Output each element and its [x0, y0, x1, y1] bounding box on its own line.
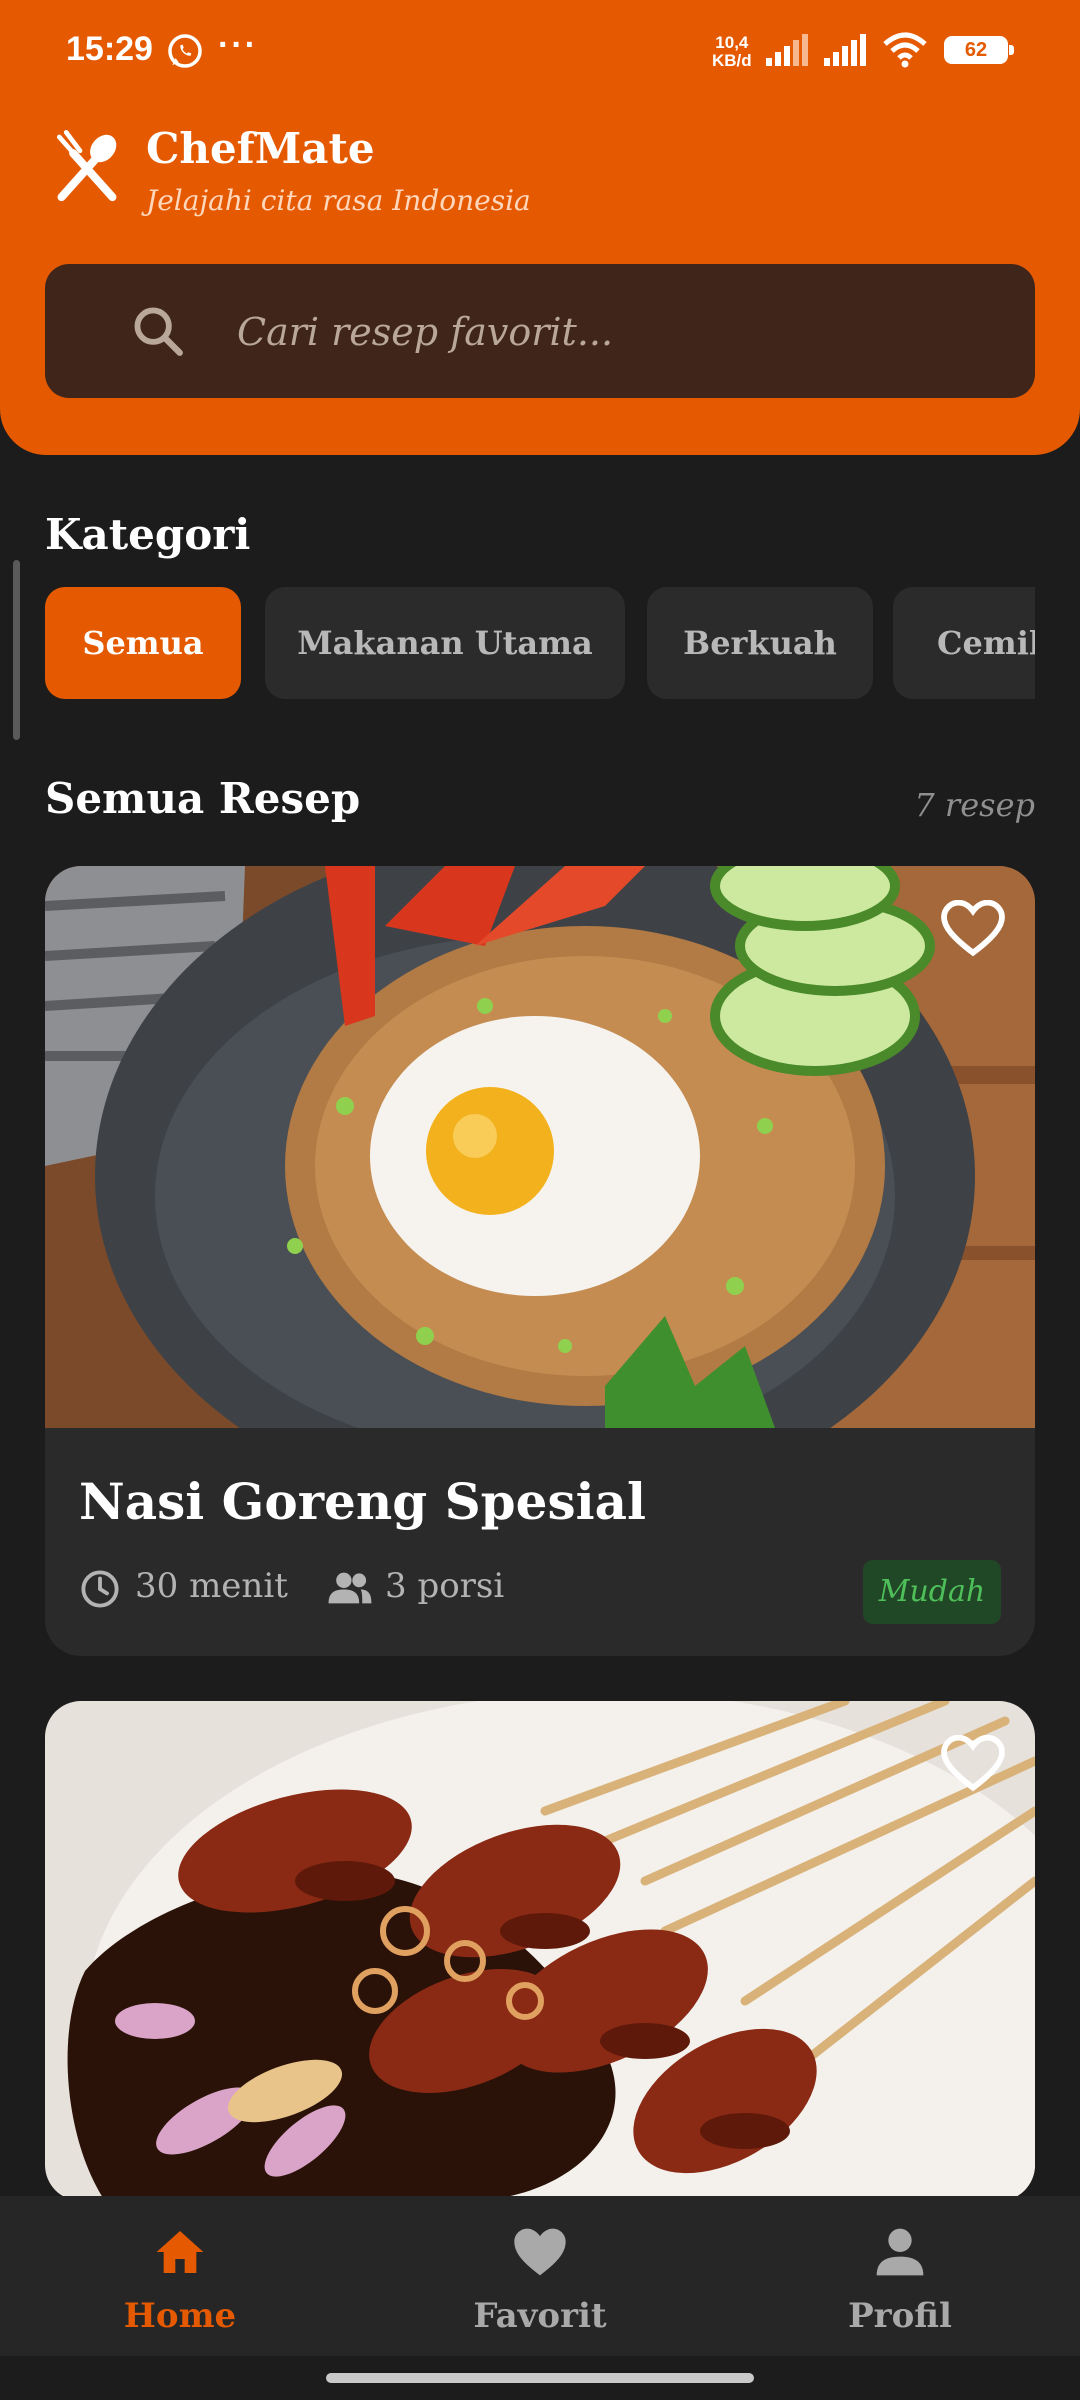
recipes-title: Semua Resep [45, 774, 361, 823]
recipe-photo-sate [45, 1701, 1035, 2201]
app-header: 15:29 ··· 10,4 KB/d 62 ChefMate Jelajahi… [0, 0, 1080, 455]
favorite-heart-icon[interactable] [941, 900, 1005, 958]
search-input[interactable] [235, 294, 999, 370]
favorite-heart-icon[interactable] [941, 1735, 1005, 1793]
home-icon [156, 2231, 204, 2273]
bottom-navigation: Home Favorit Profil [0, 2196, 1080, 2356]
recipe-count: 7 resep [914, 786, 1035, 824]
recipe-photo-nasi-goreng [45, 866, 1035, 1428]
recipe-card[interactable] [45, 1701, 1035, 2201]
wifi-icon [883, 32, 927, 68]
recipe-servings: 3 porsi [385, 1566, 505, 1606]
chip-makanan-utama[interactable]: Makanan Utama [265, 587, 625, 699]
net-speed-value: 10,4 [715, 33, 749, 52]
difficulty-badge: Mudah [863, 1560, 1001, 1624]
network-speed: 10,4 KB/d [712, 34, 752, 70]
status-time: 15:29 [66, 30, 153, 68]
people-icon [328, 1572, 372, 1604]
chip-cemilan[interactable]: Cemila [893, 587, 1035, 699]
gesture-bar[interactable] [326, 2373, 754, 2383]
whatsapp-icon [168, 34, 202, 68]
signal-icon [824, 34, 866, 66]
status-bar: 15:29 ··· 10,4 KB/d 62 [0, 0, 1080, 100]
app-name: ChefMate [146, 124, 375, 173]
clock-icon [81, 1570, 119, 1608]
recipe-name: Nasi Goreng Spesial [79, 1472, 646, 1531]
category-chips: Semua Makanan Utama Berkuah Cemila [45, 587, 1035, 699]
utensils-logo-icon [56, 130, 117, 202]
person-icon [876, 2228, 924, 2276]
app-tagline: Jelajahi cita rasa Indonesia [146, 184, 531, 217]
recipe-time: 30 menit [135, 1566, 288, 1606]
nav-home[interactable]: Home [80, 2196, 280, 2356]
categories-title: Kategori [45, 510, 251, 559]
chip-berkuah[interactable]: Berkuah [647, 587, 873, 699]
nav-profil-label: Profil [848, 2296, 952, 2336]
search-icon [134, 307, 183, 356]
battery-icon: 62 [944, 36, 1014, 64]
heart-icon [514, 2228, 566, 2276]
more-notifications-icon: ··· [218, 26, 258, 64]
nav-favorit[interactable]: Favorit [440, 2196, 640, 2356]
scrollbar[interactable] [13, 560, 20, 740]
signal-icon [766, 34, 808, 66]
search-bar[interactable] [45, 264, 1035, 398]
nav-home-label: Home [123, 2296, 237, 2336]
recipe-card[interactable]: Nasi Goreng Spesial 30 menit 3 porsi Mud… [45, 866, 1035, 1656]
net-speed-unit: KB/d [712, 51, 752, 70]
nav-profil[interactable]: Profil [800, 2196, 1000, 2356]
chip-semua[interactable]: Semua [45, 587, 241, 699]
nav-favorit-label: Favorit [473, 2296, 607, 2336]
